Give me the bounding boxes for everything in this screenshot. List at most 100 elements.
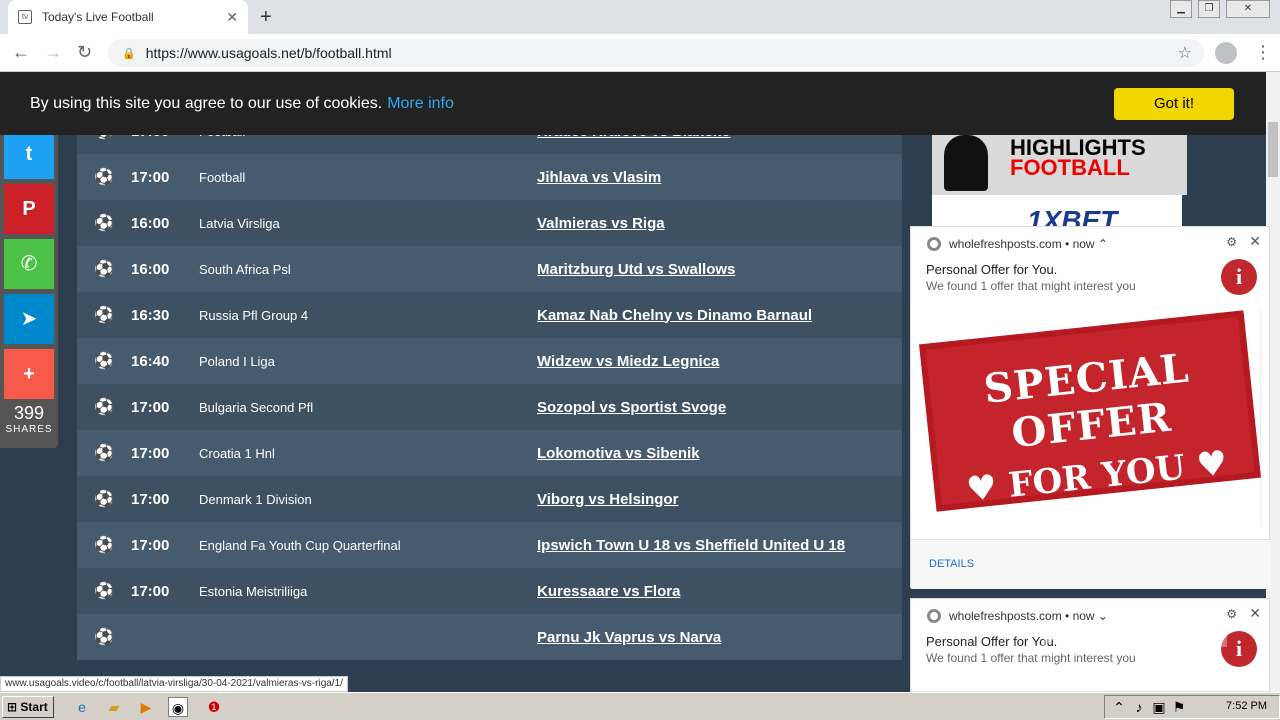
notification-details-button[interactable]: DETAILS — [911, 539, 1271, 589]
reload-icon[interactable]: ↻ — [77, 42, 92, 63]
notification-header: wholefreshposts.com • now ⌃ — [927, 237, 1108, 251]
more-share-button[interactable]: + — [4, 349, 54, 399]
forward-icon[interactable]: → — [44, 42, 62, 63]
scroll-thumb[interactable] — [1268, 122, 1278, 177]
match-time: 16:30 — [131, 306, 170, 324]
match-link[interactable]: Sozopol vs Sportist Svoge — [537, 399, 726, 416]
volume-icon[interactable]: ♪ — [1129, 697, 1149, 717]
ad-line-2: FOOTBALL — [1010, 155, 1130, 180]
match-link[interactable]: Kuressaare vs Flora — [537, 583, 680, 600]
cookie-text: By using this site you agree to our use … — [30, 94, 383, 112]
league-name: Estonia Meistriliiga — [199, 583, 308, 599]
match-table: ⚽17:00FootballHradec Kralove vs Blansko⚽… — [77, 108, 902, 660]
match-time: 17:00 — [131, 168, 170, 186]
league-name: England Fa Youth Cup Quarterfinal — [199, 537, 401, 553]
player-silhouette-icon — [944, 135, 988, 191]
league-name: Latvia Virsliga — [199, 215, 280, 231]
soccer-ball-icon: ⚽ — [94, 169, 114, 186]
chrome-taskbar-icon[interactable]: ◉ — [168, 697, 188, 717]
match-time: 16:00 — [131, 260, 170, 278]
soccer-ball-icon: ⚽ — [94, 399, 114, 416]
share-count-number: 399 — [13, 403, 45, 423]
match-link[interactable]: Widzew vs Miedz Legnica — [537, 353, 719, 370]
start-label: Start — [20, 700, 48, 714]
ie-icon[interactable]: e — [72, 697, 92, 717]
soccer-ball-icon: ⚽ — [94, 307, 114, 324]
league-name: Football — [199, 169, 246, 185]
close-window-button[interactable]: ✕ — [1226, 0, 1270, 18]
highlights-football-ad[interactable]: HIGHLIGHTS FOOTBALL — [932, 135, 1187, 195]
windows-logo-icon: ⊞ — [7, 700, 18, 714]
match-link[interactable]: Ipswich Town U 18 vs Sheffield United U … — [537, 537, 845, 554]
1xbet-ad[interactable]: 1XBET — [932, 195, 1182, 230]
twitter-share-button[interactable]: t — [4, 129, 54, 179]
browser-toolbar: ← → ↻ 🔒 https://www.usagoals.net/b/footb… — [0, 34, 1280, 72]
soccer-ball-icon: ⚽ — [94, 445, 114, 462]
match-time: 17:00 — [131, 490, 170, 508]
new-tab-button[interactable]: + — [260, 6, 272, 29]
league-name: Croatia 1 Hnl — [199, 445, 275, 461]
match-link[interactable]: Parnu Jk Vaprus vs Narva — [537, 629, 721, 646]
details-label: DETAILS — [929, 558, 975, 570]
soccer-ball-icon: ⚽ — [94, 215, 114, 232]
match-time: 17:00 — [131, 398, 170, 416]
anyrun-watermark: ANY.RUN — [1040, 612, 1232, 656]
league-name: Russia Pfl Group 4 — [199, 307, 309, 323]
pinterest-share-button[interactable]: P — [4, 184, 54, 234]
network-icon[interactable]: ▣ — [1149, 697, 1169, 717]
menu-kebab-icon[interactable]: ⋮ — [1254, 42, 1272, 63]
notification-close-icon[interactable]: ✕ — [1249, 605, 1261, 622]
soccer-ball-icon: ⚽ — [94, 537, 114, 554]
bookmark-star-icon[interactable]: ☆ — [1178, 43, 1192, 63]
share-sidebar: t P ✆ ➤ + 399 SHARES — [0, 125, 58, 448]
profile-avatar[interactable] — [1215, 42, 1237, 64]
push-notification-1[interactable]: wholefreshposts.com • now ⌃ ⚙ ✕ Personal… — [910, 226, 1271, 589]
match-row: ⚽ 16:00 South Africa Psl Maritzburg Utd vs … — [77, 246, 902, 292]
league-name: Denmark 1 Division — [199, 491, 312, 507]
match-time: 17:00 — [131, 536, 170, 554]
match-link[interactable]: Kamaz Nab Chelny vs Dinamo Barnaul — [537, 307, 812, 324]
match-link[interactable]: Lokomotiva vs Sibenik — [537, 445, 700, 462]
match-row: ⚽ 17:00 Bulgaria Second Pfl Sozopol vs Spor… — [77, 384, 902, 430]
status-bar-url: www.usagoals.video/c/football/latvia-vir… — [0, 676, 348, 692]
start-button[interactable]: ⊞ Start — [2, 696, 54, 718]
notification-close-icon[interactable]: ✕ — [1249, 233, 1261, 250]
cookie-banner: By using this site you agree to our use … — [0, 72, 1266, 135]
telegram-share-button[interactable]: ➤ — [4, 294, 54, 344]
tab-title: Today's Live Football — [42, 10, 154, 24]
url-text: https://www.usagoals.net/b/football.html — [145, 45, 392, 61]
match-link[interactable]: Maritzburg Utd vs Swallows — [537, 261, 735, 278]
window-controls: ▁ ❐ ✕ — [1170, 0, 1270, 18]
folder-icon[interactable]: ▰ — [104, 697, 124, 717]
match-link[interactable]: Viborg vs Helsingor — [537, 491, 678, 508]
match-row: ⚽ 17:00 Denmark 1 Division Viborg vs Helsin… — [77, 476, 902, 522]
cookie-accept-button[interactable]: Got it! — [1114, 88, 1234, 120]
league-name: Poland I Liga — [199, 353, 275, 369]
settings-gear-icon[interactable]: ⚙ — [1226, 235, 1237, 249]
flag-icon[interactable]: ⚑ — [1169, 697, 1189, 717]
match-row: ⚽ 17:00 Croatia 1 Hnl Lokomotiva vs Sibenik — [77, 430, 902, 476]
whatsapp-share-button[interactable]: ✆ — [4, 239, 54, 289]
match-row: ⚽ 16:00 Latvia Virsliga Valmieras vs Riga — [77, 200, 902, 246]
alert-app-icon[interactable]: ❶ — [204, 697, 224, 717]
clock: 7:52 PM — [1226, 700, 1267, 712]
browser-tab-strip: tv Today's Live Football ✕ + ▁ ❐ ✕ — [0, 0, 1280, 34]
browser-tab[interactable]: tv Today's Live Football ✕ — [8, 0, 248, 34]
match-row: ⚽ 17:00 Estonia Meistriliiga Kuressaare vs … — [77, 568, 902, 614]
more-info-link[interactable]: More info — [387, 95, 454, 113]
soccer-ball-icon: ⚽ — [94, 491, 114, 508]
back-icon[interactable]: ← — [12, 42, 30, 63]
soccer-ball-icon: ⚽ — [94, 583, 114, 600]
tab-close-icon[interactable]: ✕ — [226, 9, 238, 26]
tray-arrow-icon[interactable]: ⌃ — [1109, 697, 1129, 717]
minimize-button[interactable]: ▁ — [1170, 0, 1192, 18]
notification-title: Personal Offer for You. — [926, 634, 1058, 649]
match-link[interactable]: Valmieras vs Riga — [537, 215, 665, 232]
notification-source: wholefreshposts.com • now ⌃ — [949, 237, 1108, 251]
match-row: ⚽ 16:40 Poland I Liga Widzew vs Miedz Legni… — [77, 338, 902, 384]
restore-button[interactable]: ❐ — [1198, 0, 1220, 18]
address-bar[interactable]: 🔒 https://www.usagoals.net/b/football.ht… — [108, 39, 1204, 67]
match-link[interactable]: Jihlava vs Vlasim — [537, 169, 661, 186]
media-player-icon[interactable]: ▶ — [136, 697, 156, 717]
tv-icon: tv — [18, 10, 32, 24]
